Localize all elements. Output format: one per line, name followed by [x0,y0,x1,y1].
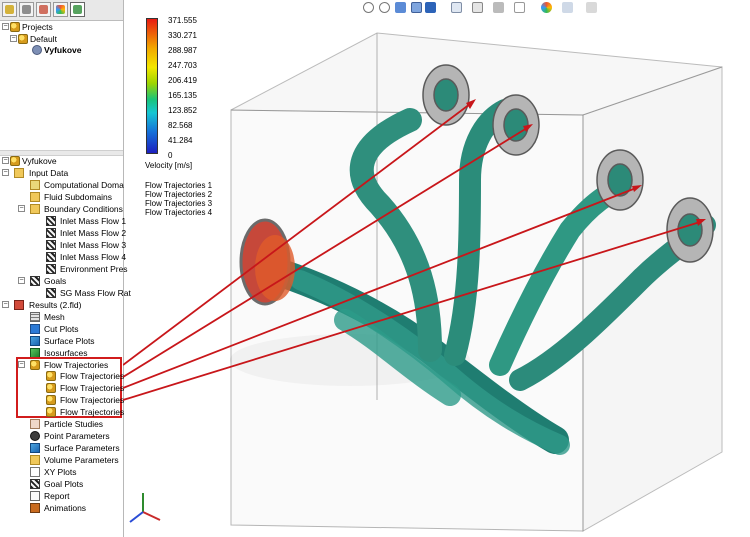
tree-label: Mesh [44,312,65,322]
tree-label: Vyfukove [44,45,82,55]
tree-label: Goal Plots [44,479,84,489]
volume-parameters-icon [30,455,40,465]
tree-label: Inlet Mass Flow 2 [60,228,127,238]
feature-manager-panel: − Projects − Default Vyfukove − Vyfukove… [0,0,131,537]
tree-label: Surface Plots [44,336,95,346]
tab-property-manager[interactable] [19,2,34,17]
boundary-conditions-icon [30,204,40,214]
tree-label: Boundary Conditions [44,204,123,214]
tree-label: Input Data [29,168,69,178]
goals-icon [30,276,40,286]
flow-trajectories-icon [30,360,40,370]
collapse-icon[interactable]: − [2,23,9,30]
point-parameters-icon [30,431,40,441]
tree-label: Inlet Mass Flow 1 [60,216,127,226]
feature-tree-icon [5,5,14,14]
display-icon [56,5,65,14]
triad-axes-icon [129,493,161,523]
input-data-icon [14,168,24,178]
inlet-icon [46,240,56,250]
surface-parameters-icon [30,443,40,453]
tab-flow-simulation[interactable] [70,2,85,17]
tree-label: XY Plots [44,467,77,477]
goal-plots-icon [30,479,40,489]
configuration-icon [39,5,48,14]
projects-icon [10,22,20,32]
property-icon [22,5,31,14]
collapse-icon[interactable]: − [18,205,25,212]
tree-label: Inlet Mass Flow 3 [60,240,127,250]
collapse-icon[interactable]: − [10,35,17,42]
tree-label: Report [44,491,70,501]
tree-label: Inlet Mass Flow 4 [60,252,127,262]
configuration-icon [32,45,42,55]
tree-label: Point Parameters [44,431,110,441]
tree-label: Particle Studies [44,419,104,429]
particle-studies-icon [30,419,40,429]
animations-icon [30,503,40,513]
computational-domain-icon [30,180,40,190]
tree-label: Results (2.fld) [29,300,82,310]
tree-label: Flow Trajectories [60,371,125,381]
tree-label: Volume Parameters [44,455,119,465]
pressure-icon [46,264,56,274]
fluid-subdomains-icon [30,192,40,202]
results-icon [14,300,24,310]
project-icon [10,156,20,166]
tab-configuration-manager[interactable] [36,2,51,17]
collapse-icon[interactable]: − [2,301,9,308]
tree-label: Projects [22,22,53,32]
collapse-icon[interactable]: − [18,277,25,284]
flow-trajectory-icon [46,383,56,393]
tree-label: Fluid Subdomains [44,192,113,202]
tree-label: Vyfukove [22,156,57,166]
inlet-icon [46,228,56,238]
report-icon [30,491,40,501]
tree-label: Flow Trajectories [60,407,125,417]
flow-trajectory-icon [46,407,56,417]
surface-plots-icon [30,336,40,346]
flow-trajectory-icon [46,371,56,381]
cut-plots-icon [30,324,40,334]
tree-label: Surface Parameters [44,443,120,453]
inlet-icon [46,252,56,262]
tree-label: Environment Pres [60,264,128,274]
tree-label: Goals [44,276,67,286]
tab-display-manager[interactable] [53,2,68,17]
flow-simulation-icon [73,5,82,14]
goal-icon [46,288,56,298]
collapse-icon[interactable]: − [2,169,9,176]
tree-label: Flow Trajectories [60,383,125,393]
panel-tabs [0,0,123,21]
tree-label: Flow Trajectories [60,395,125,405]
graphics-viewport[interactable] [123,0,750,537]
tree-label: Animations [44,503,87,513]
tab-feature-manager[interactable] [2,2,17,17]
collapse-icon[interactable]: − [18,361,25,368]
collapse-icon[interactable]: − [2,157,9,164]
tree-label: SG Mass Flow Rat [60,288,131,298]
tree-label: Computational Doma [44,180,124,190]
tree-label: Cut Plots [44,324,79,334]
inlet-icon [46,216,56,226]
flow-trajectory-icon [46,395,56,405]
xy-plots-icon [30,467,40,477]
project-icon [18,34,28,44]
mesh-icon [30,312,40,322]
